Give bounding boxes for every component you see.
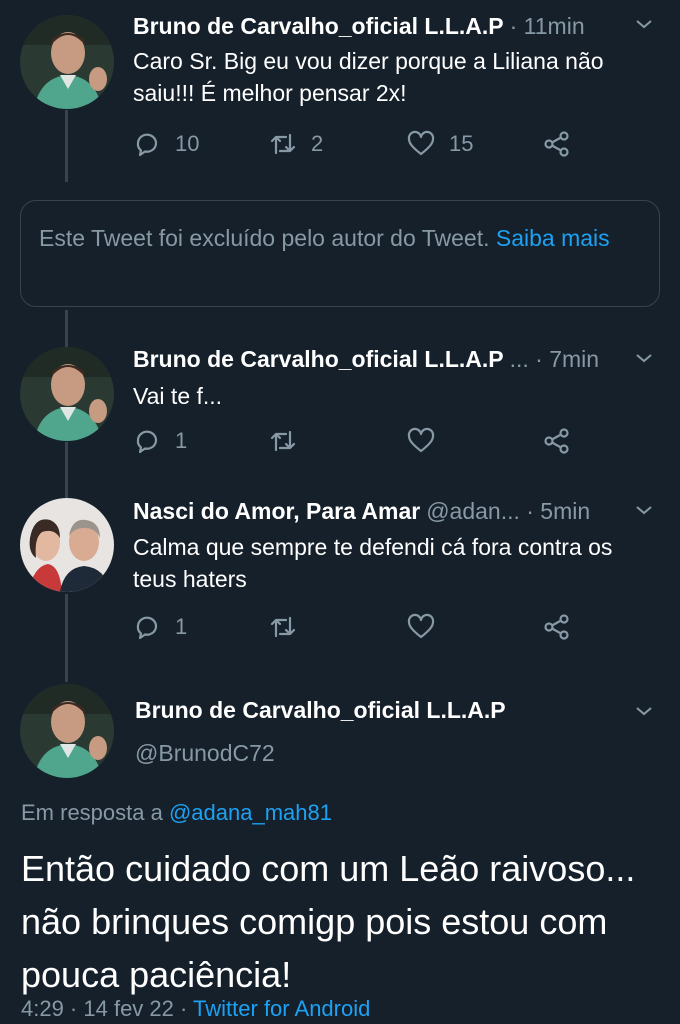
reply-icon	[136, 133, 158, 157]
share-icon	[544, 428, 569, 454]
avatar-image	[20, 498, 114, 592]
tweet-source-link[interactable]: Twitter for Android	[193, 996, 370, 1021]
reply-handle-link[interactable]: @adana_mah81	[169, 800, 332, 825]
like-icon	[407, 427, 435, 453]
tweet-meta: @adan... · 5min	[426, 498, 591, 524]
learn-more-link[interactable]: Saiba mais	[496, 225, 610, 251]
chevron-down-icon[interactable]	[634, 701, 654, 721]
tweet[interactable]: Bruno de Carvalho_oficial L.L.A.P · 11mi…	[0, 0, 680, 190]
reply-button[interactable]: 1	[133, 613, 187, 641]
tweet-actions: 10 2 15	[133, 130, 593, 162]
retweet-icon	[270, 133, 296, 155]
like-button[interactable]: 15	[407, 130, 473, 158]
avatar-image	[20, 684, 114, 778]
tweet-text: Vai te f...	[133, 383, 223, 409]
retweet-button[interactable]	[269, 427, 311, 455]
main-tweet-text: Então cuidado com um Leão raivoso... não…	[21, 848, 636, 995]
reply-icon	[136, 616, 158, 640]
reply-count: 1	[175, 428, 188, 453]
share-icon	[544, 614, 569, 640]
author-name[interactable]: Bruno de Carvalho_oficial L.L.A.P	[135, 697, 506, 724]
avatar[interactable]	[20, 347, 114, 441]
deleted-notice-text: Este Tweet foi excluído pelo autor do Tw…	[39, 225, 490, 251]
reply-icon	[136, 430, 158, 454]
like-button[interactable]	[407, 613, 449, 641]
avatar[interactable]	[20, 498, 114, 592]
reply-count: 10	[175, 131, 200, 156]
reply-prefix: Em resposta a	[21, 800, 163, 825]
retweet-button[interactable]: 2	[269, 130, 323, 158]
reply-button[interactable]: 10	[133, 130, 199, 158]
chevron-down-icon[interactable]	[634, 14, 654, 34]
avatar[interactable]	[20, 684, 114, 778]
author-name[interactable]: Bruno de Carvalho_oficial L.L.A.P	[133, 346, 504, 373]
share-button[interactable]	[543, 427, 585, 455]
avatar-image	[20, 347, 114, 441]
tweet-actions: 1	[133, 427, 593, 459]
tweet-timestamp: 4:29 · 14 fev 22 ·	[21, 996, 188, 1021]
like-icon	[407, 613, 435, 639]
tweet[interactable]: Nasci do Amor, Para Amar @adan... · 5min…	[0, 480, 680, 660]
tweet-footer: 4:29 · 14 fev 22 · Twitter for Android	[21, 996, 370, 1022]
author-handle[interactable]: @BrunodC72	[135, 740, 275, 767]
retweet-icon	[270, 430, 296, 452]
like-count: 15	[449, 131, 474, 156]
author-name[interactable]: Nasci do Amor, Para Amar	[133, 498, 420, 525]
share-button[interactable]	[543, 613, 585, 641]
avatar[interactable]	[20, 15, 114, 109]
retweet-icon	[270, 616, 296, 638]
author-name[interactable]: Bruno de Carvalho_oficial L.L.A.P	[133, 13, 504, 40]
tweet[interactable]: Bruno de Carvalho_oficial L.L.A.P ... · …	[0, 330, 680, 470]
retweet-button[interactable]	[269, 613, 311, 641]
reply-button[interactable]: 1	[133, 427, 187, 455]
reply-context: Em resposta a @adana_mah81	[21, 800, 332, 826]
reply-count: 1	[175, 614, 188, 639]
chevron-down-icon[interactable]	[634, 500, 654, 520]
like-button[interactable]	[407, 427, 449, 455]
like-icon	[407, 130, 435, 156]
retweet-count: 2	[311, 131, 324, 156]
tweet-meta: · 11min	[509, 13, 585, 39]
deleted-tweet-notice: Este Tweet foi excluído pelo autor do Tw…	[20, 200, 660, 307]
chevron-down-icon[interactable]	[634, 348, 654, 368]
share-icon	[544, 131, 569, 157]
tweet-text: Calma que sempre te defendi cá fora cont…	[133, 534, 613, 592]
avatar-image	[20, 15, 114, 109]
share-button[interactable]	[543, 130, 585, 158]
tweet-meta: ... · 7min	[509, 346, 600, 372]
tweet-text: Caro Sr. Big eu vou dizer porque a Lilia…	[133, 48, 604, 106]
tweet-actions: 1	[133, 613, 593, 645]
